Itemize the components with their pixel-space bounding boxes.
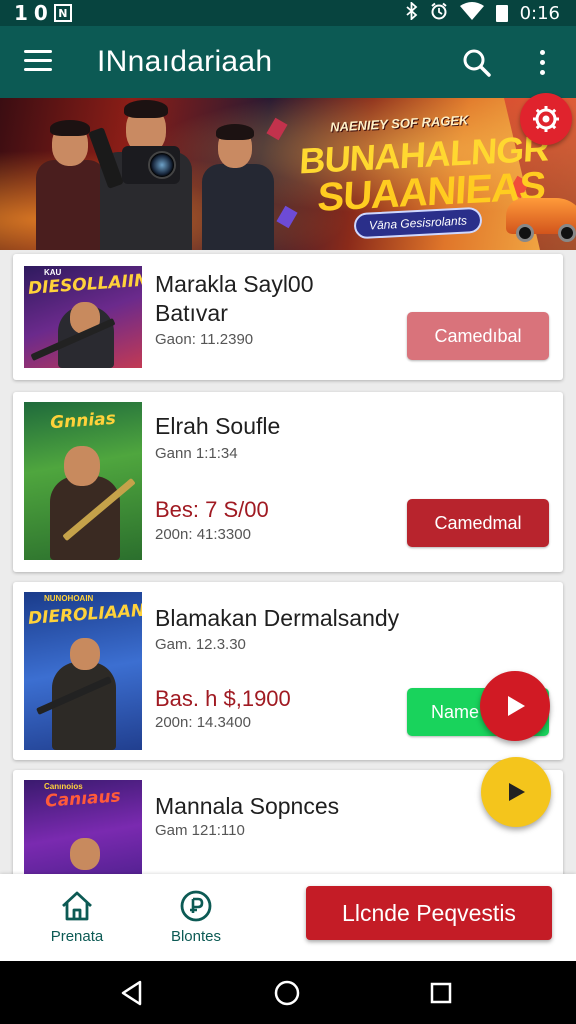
game-title: Mannala Sopnces — [155, 793, 340, 819]
home-icon — [62, 891, 92, 921]
thumb-title: Gnnias — [49, 408, 117, 434]
nav-label-home: Prenata — [50, 928, 104, 945]
game-meta: Gaon: 11.2390 — [155, 331, 254, 348]
game-title-line2: Batıvar — [155, 300, 228, 326]
game-title: Marakla Sayl00 — [155, 271, 314, 297]
game-action-button[interactable]: Camedıbal — [407, 312, 549, 360]
status-right: 0:16 — [405, 0, 560, 26]
banner-soldier-right — [196, 114, 278, 250]
game-thumbnail: KAU DIESOLLAIIN — [24, 266, 142, 368]
game-price-sub: 200n: 41:3300 — [155, 526, 251, 543]
game-price: Bes: 7 S/00 — [155, 497, 269, 522]
game-title: Blamakan Dermalsandy — [155, 605, 400, 631]
thumb-face — [70, 838, 100, 870]
game-price-sub: 200n: 14.3400 — [155, 714, 251, 731]
nav-item-coins[interactable]: Blontes — [151, 888, 241, 945]
cta-button[interactable]: Llcnde Peqvestis — [306, 886, 552, 940]
recents-icon[interactable] — [430, 982, 452, 1004]
thumb-soldier — [52, 662, 116, 750]
thumb-title: DIEROLIAAN — [27, 600, 142, 629]
more-vert-icon[interactable] — [534, 48, 550, 78]
bluetooth-icon — [405, 0, 418, 24]
game-thumbnail: Gnnias — [24, 402, 142, 560]
menu-icon[interactable] — [24, 50, 54, 74]
nav-item-home[interactable]: Prenata — [32, 888, 122, 945]
status-digit: 0 — [33, 1, 48, 25]
status-bar: 1 0 N 0:16 — [0, 0, 576, 26]
game-meta: Gam 121:110 — [155, 822, 245, 839]
thumb-face — [64, 446, 100, 486]
status-text: 1 — [14, 1, 28, 25]
game-action-button[interactable]: Camedmal — [407, 499, 549, 547]
back-icon[interactable] — [120, 980, 144, 1006]
game-card[interactable]: KAU DIESOLLAIIN Marakla Sayl00 Batıvar G… — [13, 254, 563, 380]
thumb-face — [70, 638, 100, 670]
thumb-sub-text: NUNOHOAIN — [44, 594, 94, 603]
play-icon — [509, 783, 525, 801]
status-left: 1 0 N — [14, 0, 72, 26]
game-thumbnail: NUNOHOAIN DIEROLIAAN — [24, 592, 142, 750]
alarm-icon — [430, 2, 448, 24]
bottom-nav: Prenata Blontes Llcnde Peqvestis — [0, 874, 576, 961]
game-card[interactable]: NUNOHOAIN DIEROLIAAN Blamakan Dermalsand… — [13, 582, 563, 760]
battery-icon — [495, 4, 508, 22]
game-meta: Gann 1:1:34 — [155, 445, 238, 462]
coin-icon — [180, 890, 212, 922]
notification-n-icon: N — [53, 4, 72, 22]
banner-car — [506, 198, 576, 242]
system-nav-bar — [0, 961, 576, 1024]
play-fab-red[interactable] — [480, 671, 550, 741]
app-bar: INnaıdariaah — [0, 26, 576, 98]
search-icon[interactable] — [462, 48, 492, 78]
promo-banner[interactable]: NAENIEY SOF RAGEK BUNAHALNGR SUAANIEAS V… — [0, 98, 576, 250]
banner-camera — [122, 146, 180, 184]
app-title: INnaıdariaah — [97, 45, 273, 78]
nav-label-coins: Blontes — [170, 928, 222, 945]
game-title: Elrah Soufle — [155, 413, 281, 439]
play-fab-yellow[interactable] — [481, 757, 551, 827]
home-circle-icon[interactable] — [274, 980, 300, 1006]
game-card[interactable]: Gnnias Elrah Soufle Gann 1:1:34 Bes: 7 S… — [13, 392, 563, 572]
wifi-icon — [459, 2, 484, 24]
game-meta: Gam. 12.3.30 — [155, 636, 246, 653]
gear-icon[interactable] — [520, 93, 572, 145]
game-price: Bas. h $,1900 — [155, 686, 291, 711]
play-icon — [508, 696, 525, 716]
status-time: 0:16 — [519, 2, 560, 24]
